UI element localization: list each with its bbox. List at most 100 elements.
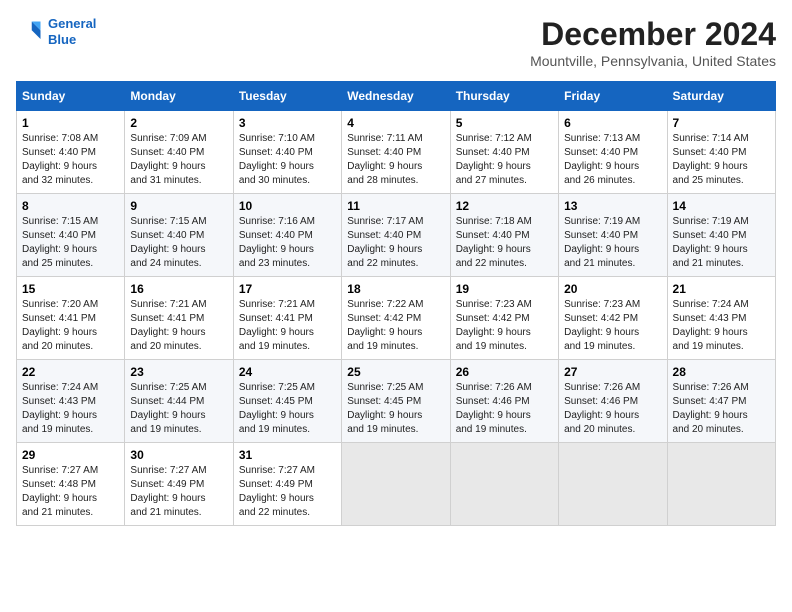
day-number: 31	[239, 448, 336, 462]
day-info: Sunrise: 7:14 AMSunset: 4:40 PMDaylight:…	[673, 132, 770, 188]
day-number: 21	[673, 282, 770, 296]
calendar-cell: 18 Sunrise: 7:22 AMSunset: 4:42 PMDaylig…	[342, 277, 450, 360]
day-info: Sunrise: 7:15 AMSunset: 4:40 PMDaylight:…	[22, 215, 119, 271]
day-info: Sunrise: 7:15 AMSunset: 4:40 PMDaylight:…	[130, 215, 227, 271]
day-info: Sunrise: 7:22 AMSunset: 4:42 PMDaylight:…	[347, 298, 444, 354]
calendar-cell: 9 Sunrise: 7:15 AMSunset: 4:40 PMDayligh…	[125, 194, 233, 277]
calendar-cell: 28 Sunrise: 7:26 AMSunset: 4:47 PMDaylig…	[667, 360, 775, 443]
day-info: Sunrise: 7:27 AMSunset: 4:48 PMDaylight:…	[22, 464, 119, 520]
day-number: 15	[22, 282, 119, 296]
calendar-cell: 16 Sunrise: 7:21 AMSunset: 4:41 PMDaylig…	[125, 277, 233, 360]
day-number: 26	[456, 365, 553, 379]
calendar-cell: 22 Sunrise: 7:24 AMSunset: 4:43 PMDaylig…	[17, 360, 125, 443]
day-info: Sunrise: 7:21 AMSunset: 4:41 PMDaylight:…	[130, 298, 227, 354]
calendar-cell: 20 Sunrise: 7:23 AMSunset: 4:42 PMDaylig…	[559, 277, 667, 360]
calendar-cell	[342, 443, 450, 526]
logo-line1: General	[48, 16, 96, 31]
title-area: December 2024 Mountville, Pennsylvania, …	[530, 16, 776, 69]
day-info: Sunrise: 7:08 AMSunset: 4:40 PMDaylight:…	[22, 132, 119, 188]
header-tuesday: Tuesday	[233, 82, 341, 111]
calendar-cell: 31 Sunrise: 7:27 AMSunset: 4:49 PMDaylig…	[233, 443, 341, 526]
header-thursday: Thursday	[450, 82, 558, 111]
calendar-cell: 25 Sunrise: 7:25 AMSunset: 4:45 PMDaylig…	[342, 360, 450, 443]
day-info: Sunrise: 7:19 AMSunset: 4:40 PMDaylight:…	[564, 215, 661, 271]
calendar-cell: 12 Sunrise: 7:18 AMSunset: 4:40 PMDaylig…	[450, 194, 558, 277]
day-number: 13	[564, 199, 661, 213]
calendar-cell: 19 Sunrise: 7:23 AMSunset: 4:42 PMDaylig…	[450, 277, 558, 360]
day-info: Sunrise: 7:27 AMSunset: 4:49 PMDaylight:…	[239, 464, 336, 520]
calendar-cell: 7 Sunrise: 7:14 AMSunset: 4:40 PMDayligh…	[667, 111, 775, 194]
calendar-cell: 26 Sunrise: 7:26 AMSunset: 4:46 PMDaylig…	[450, 360, 558, 443]
calendar-cell: 6 Sunrise: 7:13 AMSunset: 4:40 PMDayligh…	[559, 111, 667, 194]
day-number: 11	[347, 199, 444, 213]
day-info: Sunrise: 7:16 AMSunset: 4:40 PMDaylight:…	[239, 215, 336, 271]
calendar-cell: 3 Sunrise: 7:10 AMSunset: 4:40 PMDayligh…	[233, 111, 341, 194]
calendar-cell: 1 Sunrise: 7:08 AMSunset: 4:40 PMDayligh…	[17, 111, 125, 194]
day-number: 4	[347, 116, 444, 130]
page-header: General Blue December 2024 Mountville, P…	[16, 16, 776, 69]
day-number: 12	[456, 199, 553, 213]
day-number: 2	[130, 116, 227, 130]
day-number: 23	[130, 365, 227, 379]
day-info: Sunrise: 7:24 AMSunset: 4:43 PMDaylight:…	[673, 298, 770, 354]
day-info: Sunrise: 7:19 AMSunset: 4:40 PMDaylight:…	[673, 215, 770, 271]
day-number: 7	[673, 116, 770, 130]
calendar-cell: 2 Sunrise: 7:09 AMSunset: 4:40 PMDayligh…	[125, 111, 233, 194]
day-info: Sunrise: 7:25 AMSunset: 4:45 PMDaylight:…	[239, 381, 336, 437]
calendar-cell: 15 Sunrise: 7:20 AMSunset: 4:41 PMDaylig…	[17, 277, 125, 360]
day-number: 20	[564, 282, 661, 296]
day-number: 16	[130, 282, 227, 296]
day-number: 14	[673, 199, 770, 213]
day-info: Sunrise: 7:17 AMSunset: 4:40 PMDaylight:…	[347, 215, 444, 271]
header-monday: Monday	[125, 82, 233, 111]
calendar-cell	[559, 443, 667, 526]
calendar-cell: 24 Sunrise: 7:25 AMSunset: 4:45 PMDaylig…	[233, 360, 341, 443]
day-number: 22	[22, 365, 119, 379]
day-number: 17	[239, 282, 336, 296]
day-number: 8	[22, 199, 119, 213]
day-info: Sunrise: 7:23 AMSunset: 4:42 PMDaylight:…	[456, 298, 553, 354]
day-info: Sunrise: 7:20 AMSunset: 4:41 PMDaylight:…	[22, 298, 119, 354]
header-wednesday: Wednesday	[342, 82, 450, 111]
day-info: Sunrise: 7:24 AMSunset: 4:43 PMDaylight:…	[22, 381, 119, 437]
day-info: Sunrise: 7:10 AMSunset: 4:40 PMDaylight:…	[239, 132, 336, 188]
day-info: Sunrise: 7:11 AMSunset: 4:40 PMDaylight:…	[347, 132, 444, 188]
day-number: 5	[456, 116, 553, 130]
week-row-3: 15 Sunrise: 7:20 AMSunset: 4:41 PMDaylig…	[17, 277, 776, 360]
day-info: Sunrise: 7:12 AMSunset: 4:40 PMDaylight:…	[456, 132, 553, 188]
calendar-cell: 27 Sunrise: 7:26 AMSunset: 4:46 PMDaylig…	[559, 360, 667, 443]
day-number: 25	[347, 365, 444, 379]
week-row-1: 1 Sunrise: 7:08 AMSunset: 4:40 PMDayligh…	[17, 111, 776, 194]
calendar-cell: 30 Sunrise: 7:27 AMSunset: 4:49 PMDaylig…	[125, 443, 233, 526]
day-number: 30	[130, 448, 227, 462]
logo: General Blue	[16, 16, 96, 47]
calendar-cell: 23 Sunrise: 7:25 AMSunset: 4:44 PMDaylig…	[125, 360, 233, 443]
calendar-cell: 29 Sunrise: 7:27 AMSunset: 4:48 PMDaylig…	[17, 443, 125, 526]
calendar-cell: 4 Sunrise: 7:11 AMSunset: 4:40 PMDayligh…	[342, 111, 450, 194]
month-title: December 2024	[530, 16, 776, 53]
day-info: Sunrise: 7:13 AMSunset: 4:40 PMDaylight:…	[564, 132, 661, 188]
day-info: Sunrise: 7:21 AMSunset: 4:41 PMDaylight:…	[239, 298, 336, 354]
day-info: Sunrise: 7:26 AMSunset: 4:47 PMDaylight:…	[673, 381, 770, 437]
day-info: Sunrise: 7:23 AMSunset: 4:42 PMDaylight:…	[564, 298, 661, 354]
day-number: 18	[347, 282, 444, 296]
week-row-5: 29 Sunrise: 7:27 AMSunset: 4:48 PMDaylig…	[17, 443, 776, 526]
day-number: 28	[673, 365, 770, 379]
day-info: Sunrise: 7:25 AMSunset: 4:45 PMDaylight:…	[347, 381, 444, 437]
calendar-cell	[450, 443, 558, 526]
day-info: Sunrise: 7:27 AMSunset: 4:49 PMDaylight:…	[130, 464, 227, 520]
calendar-table: SundayMondayTuesdayWednesdayThursdayFrid…	[16, 81, 776, 526]
day-info: Sunrise: 7:26 AMSunset: 4:46 PMDaylight:…	[456, 381, 553, 437]
day-info: Sunrise: 7:26 AMSunset: 4:46 PMDaylight:…	[564, 381, 661, 437]
location: Mountville, Pennsylvania, United States	[530, 53, 776, 69]
header-friday: Friday	[559, 82, 667, 111]
day-info: Sunrise: 7:25 AMSunset: 4:44 PMDaylight:…	[130, 381, 227, 437]
day-number: 10	[239, 199, 336, 213]
header-saturday: Saturday	[667, 82, 775, 111]
day-number: 9	[130, 199, 227, 213]
header-row: SundayMondayTuesdayWednesdayThursdayFrid…	[17, 82, 776, 111]
week-row-2: 8 Sunrise: 7:15 AMSunset: 4:40 PMDayligh…	[17, 194, 776, 277]
logo-text: General Blue	[48, 16, 96, 47]
calendar-cell: 11 Sunrise: 7:17 AMSunset: 4:40 PMDaylig…	[342, 194, 450, 277]
day-number: 3	[239, 116, 336, 130]
